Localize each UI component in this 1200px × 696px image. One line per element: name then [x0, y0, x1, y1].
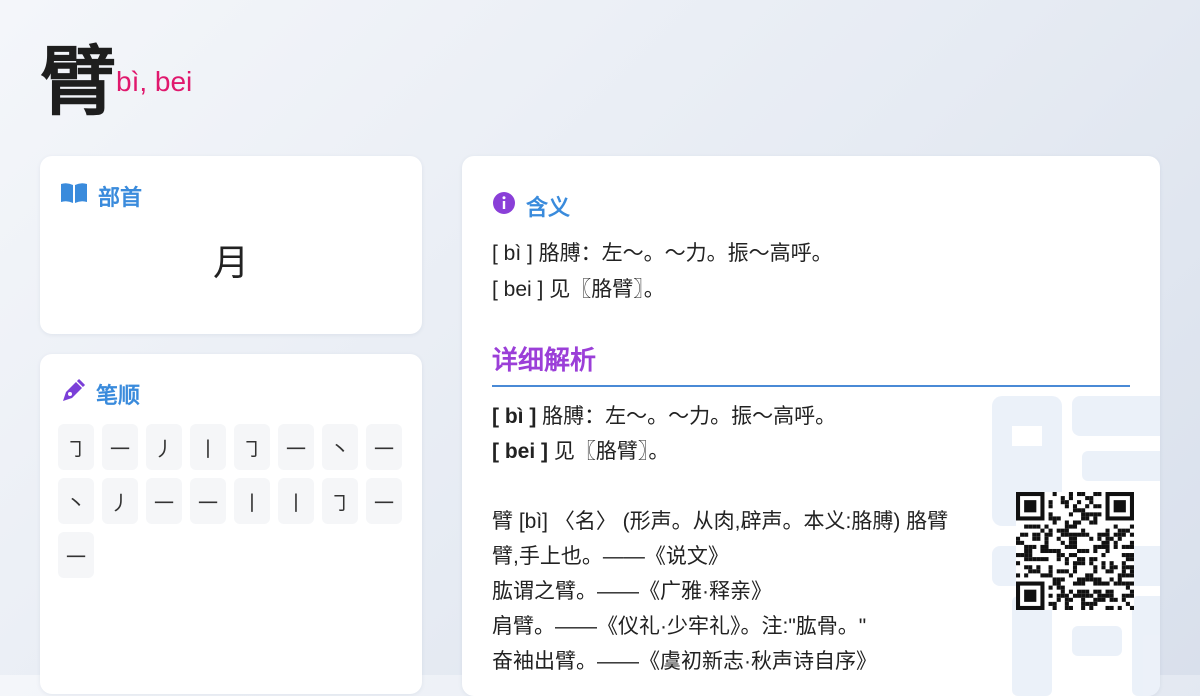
stroke-item: 一: [102, 424, 138, 470]
stroke-item: 丶: [58, 478, 94, 524]
stroke-order-card: 笔顺 ㇆一丿丨㇆一丶一丶丿一一丨丨㇆一一: [40, 354, 422, 694]
stroke-item: 丨: [234, 478, 270, 524]
stroke-item: 一: [278, 424, 314, 470]
stroke-item: 丿: [102, 478, 138, 524]
book-icon: [60, 182, 88, 210]
stroke-title: 笔顺: [60, 378, 140, 410]
stroke-item: 一: [366, 478, 402, 524]
stroke-item: ㇆: [234, 424, 270, 470]
radical-card: 部首 月: [40, 156, 422, 334]
meaning-card: 含义 [ bì ] 胳膊：左～。～力。振～高呼。 [ bei ] 见〖胳臂〗。 …: [462, 156, 1160, 696]
stroke-title-text: 笔顺: [96, 383, 141, 408]
radical-value: 月: [212, 242, 249, 283]
pen-icon: [60, 378, 86, 410]
meaning-line: [ bì ] 胳膊：左～。～力。振～高呼。: [492, 242, 833, 265]
pinyin: bì, bei: [116, 66, 193, 97]
stroke-item: 一: [190, 478, 226, 524]
detail-entry: [ bì ] 胳膊：左～。～力。振～高呼。: [492, 405, 837, 428]
main-character: 臂: [40, 37, 116, 126]
stroke-item: ㇆: [58, 424, 94, 470]
meaning-title-text: 含义: [526, 195, 571, 220]
header: 臂 bì, bei: [40, 42, 192, 122]
qr-code-icon[interactable]: [1016, 492, 1134, 610]
stroke-item: ㇆: [322, 478, 358, 524]
meaning-title: 含义: [492, 190, 570, 222]
stroke-item: 一: [146, 478, 182, 524]
radical-title-text: 部首: [98, 185, 143, 210]
info-icon: [492, 191, 516, 221]
stroke-item: 丨: [190, 424, 226, 470]
detail-entry: [ bei ] 见〖胳臂〗。: [492, 440, 670, 463]
stroke-item: 一: [366, 424, 402, 470]
detail-line: 肩臂。——《仪礼·少牢礼》。注:"肱骨。": [492, 615, 867, 638]
detail-line: 奋袖出臂。——《虞初新志·秋声诗自序》: [492, 650, 877, 673]
meaning-line: [ bei ] 见〖胳臂〗。: [492, 278, 665, 301]
detail-lines: [ bì ] 胳膊：左～。～力。振～高呼。 [ bei ] 见〖胳臂〗。 臂 […: [492, 399, 948, 679]
meaning-lines: [ bì ] 胳膊：左～。～力。振～高呼。 [ bei ] 见〖胳臂〗。: [492, 236, 833, 308]
detail-line: 臂,手上也。——《说文》: [492, 545, 729, 568]
stroke-item: 丨: [278, 478, 314, 524]
stroke-item: 一: [58, 532, 94, 578]
detail-line: 肱谓之臂。——《广雅·释亲》: [492, 580, 772, 603]
detail-title: 详细解析: [492, 340, 1130, 387]
detail-line: 臂 [bì] 〈名〉 (形声。从肉,辟声。本义:胳膊) 胳臂: [492, 510, 949, 533]
stroke-item: 丶: [322, 424, 358, 470]
stroke-grid: ㇆一丿丨㇆一丶一丶丿一一丨丨㇆一一: [58, 424, 408, 578]
stroke-item: 丿: [146, 424, 182, 470]
radical-title: 部首: [60, 180, 142, 212]
